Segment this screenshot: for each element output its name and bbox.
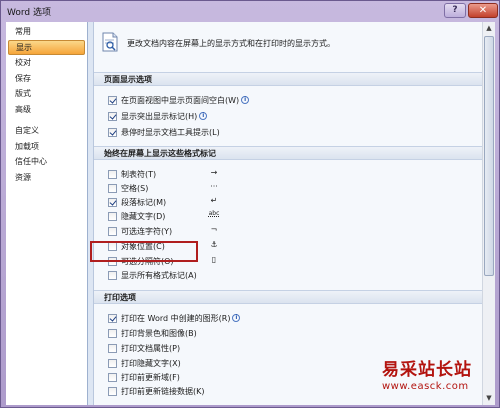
checkbox[interactable] — [108, 358, 117, 368]
optional-break-mark-icon: ▯ — [211, 255, 217, 264]
checkbox[interactable] — [108, 343, 117, 353]
sidebar-item-proofing[interactable]: 校对 — [8, 55, 85, 71]
option-print-document-properties[interactable]: 打印文档属性(P) — [108, 342, 180, 354]
help-button[interactable]: ? — [444, 3, 466, 18]
section-page-display: 页面显示选项 — [94, 72, 495, 86]
options-sidebar: 常用 显示 校对 保存 版式 高级 自定义 加载项 信任中心 资源 — [6, 22, 88, 405]
section-printing: 打印选项 — [94, 290, 495, 304]
document-magnifier-icon — [102, 32, 118, 52]
option-update-fields-before-print[interactable]: 打印前更新域(F) — [108, 371, 180, 383]
hidden-text-mark-icon: abc — [208, 210, 220, 217]
vertical-scrollbar[interactable]: ▲ ▼ — [482, 22, 495, 405]
option-optional-hyphens[interactable]: 可选连字符(Y) ¬ — [108, 225, 238, 237]
paragraph-mark-icon: ↵ — [210, 196, 218, 205]
checkbox[interactable] — [108, 372, 117, 382]
checkbox[interactable] — [108, 211, 117, 221]
checkbox[interactable] — [108, 183, 117, 193]
space-mark-icon: ··· — [210, 182, 218, 191]
option-show-highlighter[interactable]: 显示突出显示标记(H) i — [108, 110, 208, 122]
watermark-logo: 易采站长站 www.easck.com — [382, 360, 472, 392]
checkbox[interactable] — [108, 270, 117, 280]
sidebar-item-addins[interactable]: 加载项 — [8, 139, 85, 155]
checkbox[interactable] — [108, 169, 117, 179]
info-icon: i — [232, 314, 241, 322]
info-icon: i — [199, 112, 208, 120]
option-print-hidden-text[interactable]: 打印隐藏文字(X) — [108, 357, 181, 369]
option-hidden-text[interactable]: 隐藏文字(D) abc — [108, 210, 238, 222]
option-print-drawings[interactable]: 打印在 Word 中创建的图形(R) i — [108, 312, 241, 324]
options-panel: 更改文档内容在屏幕上的显示方式和在打印时的显示方式。 页面显示选项 在页面视图中… — [93, 22, 495, 405]
close-button[interactable]: ✕ — [468, 3, 498, 18]
tab-mark-icon: → — [210, 168, 218, 177]
option-paragraph-marks[interactable]: 段落标记(M) ↵ — [108, 196, 238, 208]
sidebar-item-customize[interactable]: 自定义 — [8, 123, 85, 139]
sidebar-item-layout[interactable]: 版式 — [8, 86, 85, 102]
dialog-body: 常用 显示 校对 保存 版式 高级 自定义 加载项 信任中心 资源 更改文档内容… — [6, 22, 495, 405]
option-update-linked-data-before-print[interactable]: 打印前更新链接数据(K) — [108, 385, 205, 397]
option-spaces[interactable]: 空格(S) ··· — [108, 182, 238, 194]
checkbox[interactable] — [108, 313, 117, 323]
sidebar-item-popular[interactable]: 常用 — [8, 24, 85, 40]
sidebar-item-trust-center[interactable]: 信任中心 — [8, 154, 85, 170]
sidebar-item-display[interactable]: 显示 — [8, 39, 85, 55]
checkbox[interactable] — [108, 328, 117, 338]
checkbox[interactable] — [108, 226, 117, 236]
checkbox[interactable] — [108, 127, 117, 137]
dialog-title: Word 选项 — [7, 8, 51, 18]
info-icon: i — [241, 96, 250, 104]
section-formatting-marks: 始终在屏幕上显示这些格式标记 — [94, 146, 495, 160]
word-options-dialog: Word 选项 ? ✕ 常用 显示 校对 保存 版式 高级 自定义 加载项 信任… — [0, 0, 500, 408]
option-print-background[interactable]: 打印背景色和图像(B) — [108, 327, 197, 339]
option-show-all-formatting-marks[interactable]: 显示所有格式标记(A) — [108, 269, 197, 281]
sidebar-item-advanced[interactable]: 高级 — [8, 102, 85, 118]
anchor-icon: ⚓ — [210, 240, 218, 249]
highlight-annotation-box — [90, 241, 198, 262]
checkbox[interactable] — [108, 197, 117, 207]
option-tab-characters[interactable]: 制表符(T) → — [108, 168, 238, 180]
scroll-thumb[interactable] — [484, 36, 494, 276]
checkbox[interactable] — [108, 386, 117, 396]
title-bar[interactable]: Word 选项 ? ✕ — [1, 1, 500, 21]
checkbox[interactable] — [108, 111, 117, 121]
option-show-whitespace[interactable]: 在页面视图中显示页面间空白(W) i — [108, 94, 250, 106]
sidebar-item-save[interactable]: 保存 — [8, 71, 85, 87]
scroll-up-arrow-icon[interactable]: ▲ — [483, 22, 495, 34]
optional-hyphen-mark-icon: ¬ — [210, 225, 218, 234]
checkbox[interactable] — [108, 95, 117, 105]
option-show-tooltips[interactable]: 悬停时显示文档工具提示(L) — [108, 126, 220, 138]
sidebar-item-resources[interactable]: 资源 — [8, 170, 85, 186]
